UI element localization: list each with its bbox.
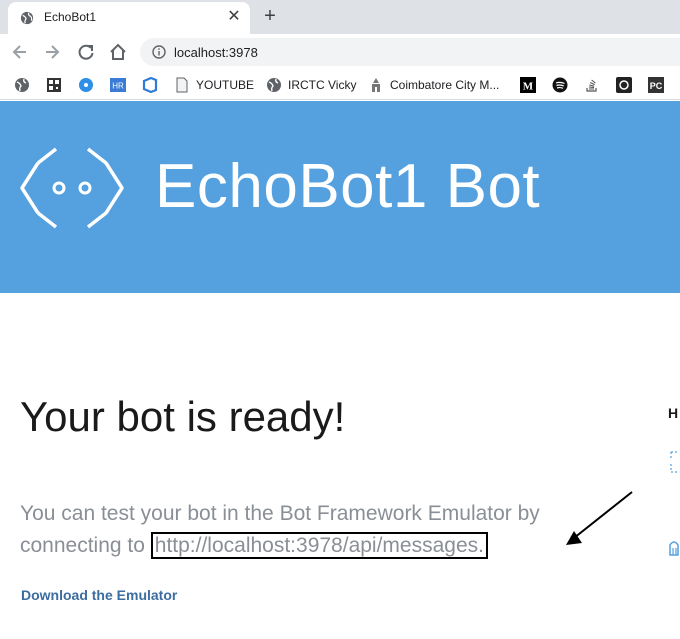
hr-icon: HR [110, 78, 126, 92]
dark-square-icon [616, 77, 632, 93]
banner-title: EchoBot1 Bot [155, 152, 541, 221]
tab-title: EchoBot1 [44, 10, 97, 24]
bookmark-item[interactable]: PC [648, 76, 664, 94]
browser-tab[interactable]: EchoBot1 ✕ [8, 2, 250, 34]
bookmark-youtube[interactable]: YOUTUBE [174, 76, 254, 94]
browser-toolbar: localhost:3978 [0, 34, 680, 70]
side-icon [670, 451, 677, 473]
azure-devops-icon [142, 77, 158, 93]
pc-icon: PC [648, 77, 664, 93]
blue-circle-icon [79, 78, 93, 92]
bookmark-item[interactable] [616, 76, 632, 94]
tab-strip: EchoBot1 ✕ + [0, 0, 680, 34]
side-icon [669, 541, 679, 556]
svg-text:PC: PC [650, 81, 663, 91]
bookmark-item[interactable] [46, 76, 62, 94]
svg-text:HR: HR [112, 82, 124, 91]
address-bar[interactable]: localhost:3978 [140, 38, 680, 66]
bookmark-item[interactable] [584, 76, 600, 94]
annotation-arrow-icon [566, 491, 633, 545]
globe-icon [267, 78, 281, 92]
temple-icon [372, 78, 380, 92]
bookmark-item[interactable] [552, 76, 568, 94]
bookmark-item[interactable] [142, 76, 158, 94]
endpoint-url: http://localhost:3978/api/messages. [150, 532, 488, 559]
medium-icon: M [520, 77, 536, 93]
back-arrow-icon[interactable] [10, 42, 30, 62]
svg-text:M: M [523, 81, 534, 93]
bookmarks-bar: HR YOUTUBE IRCTC Vicky Coimbatore City M… [0, 70, 680, 100]
bookmark-item[interactable] [14, 76, 30, 94]
bookmark-item[interactable]: HR [110, 76, 126, 94]
new-tab-button[interactable]: + [260, 6, 280, 26]
page-icon [176, 77, 188, 93]
download-emulator-link[interactable]: Download the Emulator [21, 587, 177, 603]
bot-logo-icon [20, 147, 124, 229]
info-icon[interactable] [152, 45, 166, 59]
bookmark-irctc[interactable]: IRCTC Vicky [266, 76, 356, 94]
page-heading: Your bot is ready! [20, 393, 346, 440]
qr-icon [47, 78, 61, 92]
home-icon[interactable] [108, 42, 128, 62]
bookmark-item[interactable] [78, 76, 94, 94]
bookmark-coimbatore[interactable]: Coimbatore City M... [368, 76, 499, 94]
side-heading: H [668, 405, 679, 421]
globe-icon [15, 78, 29, 92]
close-icon[interactable]: ✕ [226, 9, 242, 25]
bookmark-item[interactable]: M [520, 76, 536, 94]
stackoverflow-icon [586, 79, 597, 92]
instructions-text: You can test your bot in the Bot Framewo… [20, 498, 580, 562]
globe-icon [20, 11, 34, 25]
url-text: localhost:3978 [174, 45, 258, 60]
spotify-icon [552, 77, 568, 93]
forward-arrow-icon[interactable] [42, 42, 62, 62]
reload-icon[interactable] [76, 42, 96, 62]
